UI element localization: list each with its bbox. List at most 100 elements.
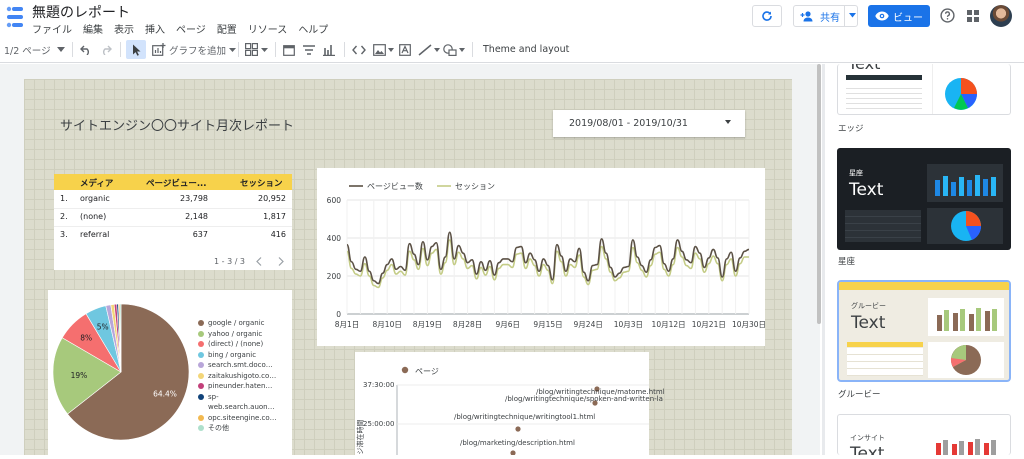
legend-item: google / organic: [198, 318, 277, 329]
table-row: 1. organic 23,798 20,952: [54, 191, 292, 209]
redo-icon: [103, 45, 112, 55]
legend-label: zaitakushigoto.co…: [208, 371, 277, 380]
theme-card-edge[interactable]: Text: [837, 64, 1011, 115]
column-header-sessions[interactable]: セッション: [240, 177, 283, 189]
legend-dot: [198, 320, 204, 327]
legend-label: search.smt.doco…: [208, 361, 273, 370]
menu-edit[interactable]: 編集: [83, 21, 103, 36]
filter-control-button[interactable]: [303, 40, 315, 59]
pie-slice-label: 64.4%: [153, 389, 177, 398]
canvas-scrollbar[interactable]: [817, 64, 821, 324]
menu-help[interactable]: ヘルプ: [298, 21, 328, 36]
legend-dot: [198, 341, 204, 348]
date-range-value: 2019/08/01 - 2019/10/31: [569, 118, 688, 129]
x-tick-label: 10月21日: [692, 320, 726, 329]
date-control-button[interactable]: [283, 40, 295, 59]
chevron-down-icon: [261, 47, 268, 52]
menu-resource[interactable]: リソース: [248, 21, 288, 36]
legend-dot: [198, 372, 204, 379]
scatter-chart[interactable]: ページ 37:30:00 25:00:00 ジ滞在時間 /blog/writin…: [355, 352, 665, 455]
theme-card-groovy[interactable]: グルービー Text: [837, 280, 1011, 382]
chevron-down-icon: [434, 47, 440, 52]
legend-item: その他: [198, 423, 277, 434]
data-control-button[interactable]: [323, 40, 335, 59]
add-chart-icon: [152, 43, 166, 56]
cell-sessions: 20,952: [258, 194, 286, 203]
theme-card-insight[interactable]: インサイト Text: [837, 414, 1011, 455]
theme-preview-text: Text: [851, 313, 886, 333]
date-range-control[interactable]: 2019/08/01 - 2019/10/31: [553, 110, 745, 137]
menu-view[interactable]: 表示: [114, 21, 134, 36]
user-avatar[interactable]: [990, 5, 1012, 27]
theme-name-constellation[interactable]: 星座: [838, 255, 855, 267]
image-button[interactable]: [373, 40, 394, 59]
help-icon[interactable]: [940, 8, 955, 23]
menu-insert[interactable]: 挿入: [145, 21, 165, 36]
media-table[interactable]: メディア ページビュー... セッション 1. organic 23,798 2…: [54, 174, 292, 270]
add-person-icon: [800, 11, 813, 22]
x-tick-label: 9月24日: [574, 320, 603, 329]
theme-and-layout-button[interactable]: Theme and layout: [483, 40, 569, 59]
scatter-point[interactable]: [510, 450, 516, 455]
menu-page[interactable]: ページ: [176, 21, 206, 36]
document-title[interactable]: 無題のレポート: [32, 2, 130, 22]
refresh-data-button[interactable]: [752, 5, 782, 27]
chevron-right-icon[interactable]: [278, 257, 284, 266]
scatter-y-tick: 25:00:00: [363, 420, 395, 428]
page-selector[interactable]: 1/2 ページ: [4, 40, 65, 59]
legend-label: web.search.auon…: [208, 403, 275, 412]
theme-card-constellation[interactable]: 星座 Text: [837, 148, 1011, 250]
line-button[interactable]: [418, 40, 440, 59]
column-header-media[interactable]: メディア: [80, 177, 113, 189]
cell-sessions: 1,817: [263, 212, 286, 221]
report-title[interactable]: サイトエンジン〇〇サイト月次レポート: [60, 115, 294, 134]
data-control-icon: [323, 44, 335, 56]
timeseries-chart[interactable]: 0 200 400 600 8月1日 8月10日 8月19日 8月28日 9月6日 9月15日 9月…: [317, 168, 766, 346]
theme-name-groovy[interactable]: グルービー: [838, 388, 881, 400]
scatter-y-tick: 37:30:00: [363, 381, 395, 389]
cell-pageviews: 637: [192, 230, 208, 239]
legend-dot: [198, 362, 204, 369]
x-tick-label: 10月30日: [732, 320, 765, 329]
view-mode-button[interactable]: ビュー: [868, 5, 930, 27]
toolbar: 1/2 ページ グラフを追加 Theme and layout: [0, 36, 1024, 63]
undo-button[interactable]: [80, 40, 92, 59]
legend-item: zaitakushigoto.co…: [198, 371, 277, 382]
table-header: メディア ページビュー... セッション: [54, 174, 292, 190]
select-tool-button[interactable]: [126, 40, 146, 59]
x-tick-label: 8月10日: [373, 320, 402, 329]
theme-name-edge[interactable]: エッジ: [838, 122, 864, 134]
add-control-button[interactable]: [245, 40, 268, 59]
cell-pageviews: 23,798: [180, 194, 208, 203]
add-chart-button[interactable]: グラフを追加: [152, 40, 237, 59]
pie-preview-icon: [945, 78, 977, 110]
x-tick-label: 10月3日: [614, 320, 643, 329]
share-button[interactable]: 共有: [793, 5, 858, 27]
legend-item: search.smt.doco…: [198, 360, 277, 371]
scatter-y-axis-label: ジ滞在時間: [356, 419, 365, 455]
view-label: ビュー: [893, 12, 923, 24]
column-header-pageviews[interactable]: ページビュー...: [146, 177, 207, 189]
theme-preview-small-label: グルービー: [851, 302, 886, 310]
chevron-down-icon[interactable]: [849, 13, 856, 18]
text-button[interactable]: [399, 40, 411, 59]
image-icon: [373, 43, 386, 56]
legend-label: (direct) / (none): [208, 340, 264, 349]
text-box-icon: [399, 43, 411, 56]
share-label: 共有: [820, 12, 840, 24]
scatter-point[interactable]: [515, 426, 521, 432]
cell-sessions: 416: [270, 230, 286, 239]
menu-file[interactable]: ファイル: [32, 21, 72, 36]
menu-arrange[interactable]: 配置: [217, 21, 237, 36]
legend-label: その他: [208, 424, 229, 433]
pie-slice-label: 5%: [97, 323, 109, 332]
legend-item: sp-: [198, 392, 277, 403]
redo-button[interactable]: [100, 40, 112, 59]
shape-button[interactable]: [443, 40, 465, 59]
legend-label: ページビュー数: [367, 181, 423, 191]
embed-url-button[interactable]: [352, 40, 366, 59]
chevron-left-icon[interactable]: [256, 257, 262, 266]
chevron-down-icon: [56, 47, 65, 52]
filter-icon: [303, 44, 315, 55]
apps-grid-icon[interactable]: [967, 10, 979, 22]
